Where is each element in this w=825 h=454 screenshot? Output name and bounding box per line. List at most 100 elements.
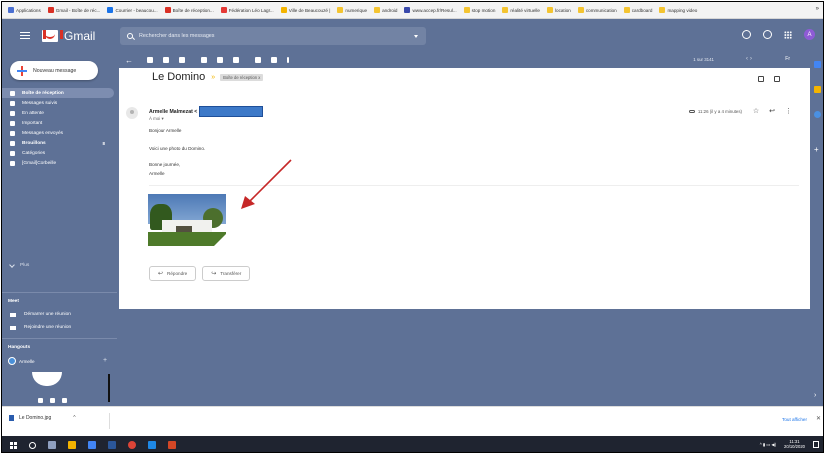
sender-name[interactable]: Armelle Malmezat (149, 109, 193, 115)
reply-icon[interactable]: ↩ (769, 107, 775, 115)
reply-actions: ↩ Répondre ↪ Transférer (149, 266, 256, 281)
photos-icon[interactable] (148, 441, 156, 449)
add-task-icon[interactable] (233, 57, 239, 63)
meet-start-button[interactable]: Démarrer une réunion (10, 312, 71, 317)
keep-icon[interactable] (814, 86, 821, 93)
bookmark-icon (374, 7, 381, 13)
recipient-line[interactable]: À moi ▾ (149, 116, 164, 122)
important-marker-icon[interactable]: » (211, 74, 215, 81)
snooze-icon[interactable] (217, 57, 223, 63)
sidebar-item[interactable]: Brouillons 8 (2, 138, 117, 148)
search-icon[interactable] (29, 441, 36, 449)
bookmark-item[interactable]: location (547, 7, 571, 13)
powerpoint-icon[interactable] (168, 441, 176, 449)
notification-icon[interactable] (813, 440, 819, 448)
prev-next-arrows-icon[interactable]: ‹ › (746, 55, 752, 62)
main-menu-icon[interactable] (20, 31, 30, 40)
screen: Applications Gmail - Boîte de réc... Courr… (1, 1, 824, 453)
open-new-window-icon[interactable] (774, 76, 780, 82)
attached-photo[interactable] (148, 194, 226, 246)
search-bar[interactable]: Rechercher dans les messages (120, 27, 426, 45)
expand-panel-icon[interactable]: › (814, 392, 816, 399)
bookmark-item[interactable]: android (374, 7, 397, 13)
bookmark-item[interactable]: stop motion (463, 7, 495, 13)
show-all-downloads-link[interactable]: Tout afficher (782, 417, 807, 422)
more-options-icon[interactable] (287, 57, 289, 63)
bookmark-item[interactable]: cardboard (623, 7, 652, 13)
more-folders-button[interactable]: Plus (9, 261, 29, 268)
sidebar-item-label: Messages envoyés (22, 130, 64, 136)
sidebar-item[interactable]: Messages suivis (2, 98, 117, 108)
bookmark-item[interactable]: Ville de Beaucouzé | (280, 7, 330, 13)
bookmark-icon (547, 7, 553, 13)
report-spam-icon[interactable] (163, 57, 169, 63)
archive-icon[interactable] (147, 57, 153, 63)
forward-button[interactable]: ↪ Transférer (202, 266, 251, 281)
bookmark-item[interactable]: Gmail - Boîte de réc... (47, 7, 100, 13)
bookmark-item[interactable]: numerique (337, 7, 367, 13)
bookmark-label: Courrier - beaucou... (115, 7, 158, 13)
mail-icon[interactable] (88, 441, 96, 449)
sidebar-item[interactable]: [Gmail]Corbeille (2, 158, 117, 168)
star-icon[interactable]: ☆ (753, 107, 759, 115)
chrome-icon[interactable] (128, 441, 136, 449)
bookmark-item[interactable]: www.accep.fr/Resul... (404, 7, 457, 13)
more-bookmarks-icon[interactable]: » (816, 6, 819, 12)
add-addon-icon[interactable]: + (814, 145, 819, 154)
print-icon[interactable] (758, 76, 764, 82)
hangouts-scroll-bar[interactable] (108, 374, 110, 402)
windows-start-icon[interactable] (10, 441, 17, 449)
sidebar-item[interactable]: Messages envoyés (2, 128, 117, 138)
bookmark-item[interactable]: communication (577, 7, 617, 13)
chevron-up-icon[interactable]: ^ (73, 415, 75, 421)
task-view-icon[interactable] (48, 441, 56, 449)
search-options-icon[interactable] (414, 35, 418, 38)
sidebar-item[interactable]: Boîte de réception (2, 88, 114, 98)
meet-join-button[interactable]: Rejoindre une réunion (10, 325, 71, 330)
bookmark-item[interactable]: mapping video (659, 7, 697, 13)
reply-button[interactable]: ↩ Répondre (149, 266, 197, 281)
bookmark-item[interactable]: Fédération Léo Lagr... (220, 7, 274, 13)
account-avatar[interactable]: A (804, 29, 815, 40)
calendar-icon[interactable] (814, 61, 821, 68)
phone-icon[interactable] (62, 398, 67, 403)
bookmark-item[interactable]: Boîte de réception... (164, 7, 214, 13)
tray-icons[interactable]: ^ ▮ ▭ ◀) (760, 442, 776, 447)
search-icon[interactable] (127, 33, 133, 39)
chat-icon[interactable] (50, 398, 55, 403)
add-contact-icon[interactable]: + (103, 357, 107, 364)
apps-grid-icon[interactable] (784, 30, 792, 39)
bookmark-item[interactable]: réalité virtuelle (502, 7, 540, 13)
file-explorer-icon[interactable] (68, 441, 76, 449)
bookmark-label: Fédération Léo Lagr... (228, 7, 274, 13)
bookmark-item[interactable]: Applications (8, 7, 41, 13)
hangouts-user[interactable]: Armelle (8, 357, 35, 365)
compose-button[interactable]: Nouveau message (10, 61, 98, 80)
sidebar-item[interactable]: Catégories (2, 148, 117, 158)
bookmark-item[interactable]: Courrier - beaucou... (107, 7, 158, 13)
help-icon[interactable] (742, 30, 751, 39)
reply-label: Répondre (167, 271, 188, 276)
user-avatar (8, 357, 16, 365)
clock[interactable]: 11:31 20/10/2020 (784, 439, 805, 449)
more-vert-icon[interactable]: ⋮ (785, 107, 792, 115)
bookmark-label: numerique (345, 7, 368, 13)
move-to-icon[interactable] (255, 57, 261, 63)
input-tools-button[interactable]: Fr (785, 56, 790, 62)
word-icon[interactable] (108, 441, 116, 449)
gmail-logo[interactable]: Gmail (42, 29, 95, 43)
download-item[interactable]: Le Domino.jpg ^ (9, 415, 76, 421)
delete-icon[interactable] (179, 57, 185, 63)
sidebar-item[interactable]: Important (2, 118, 117, 128)
search-input[interactable]: Rechercher dans les messages (139, 33, 215, 39)
inbox-label-chip[interactable]: Boîte de réception x (220, 73, 264, 81)
close-icon[interactable]: ✕ (816, 415, 821, 422)
mark-unread-icon[interactable] (201, 57, 207, 63)
back-arrow-icon[interactable]: ← (125, 56, 133, 65)
label-icon[interactable] (271, 57, 277, 63)
body-text: Voici une photo du Domino. (149, 146, 206, 151)
settings-icon[interactable] (763, 30, 772, 39)
sidebar-item[interactable]: En attente (2, 108, 117, 118)
person-icon[interactable] (38, 398, 43, 403)
tasks-icon[interactable] (814, 111, 821, 118)
